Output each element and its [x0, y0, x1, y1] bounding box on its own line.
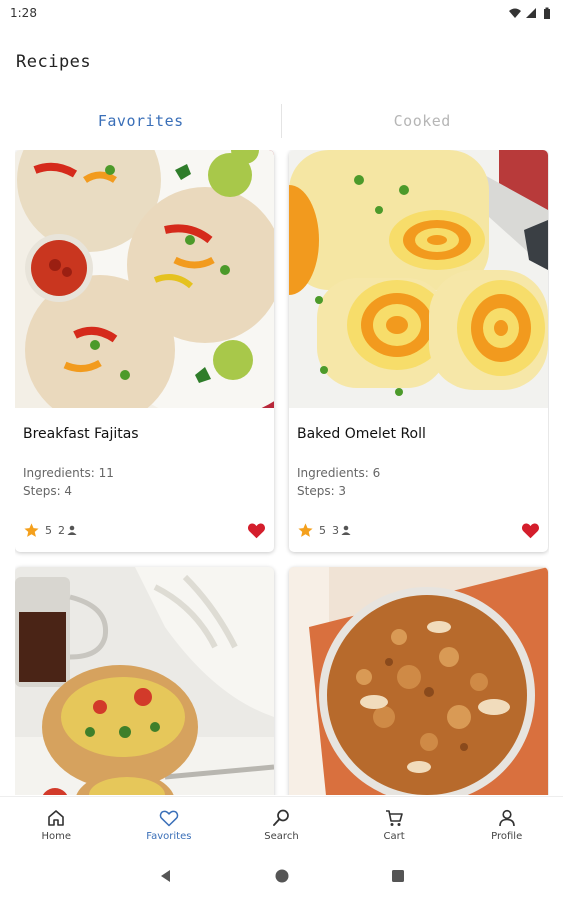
- profile-icon: [498, 809, 515, 826]
- breakfast-fajitas-photo: [15, 150, 274, 408]
- nav-search-label: Search: [264, 830, 299, 842]
- recipe-image: [15, 150, 274, 408]
- tab-cooked[interactable]: Cooked: [282, 100, 563, 142]
- recipe-card[interactable]: [289, 567, 548, 795]
- tab-divider: [281, 104, 282, 138]
- status-icons: [509, 7, 553, 19]
- stuffed-bread-bowl-photo: [15, 567, 274, 795]
- system-nav-bar: [0, 852, 563, 900]
- recipe-ingredients: Ingredients: 6: [297, 466, 381, 480]
- cellular-signal-icon: [526, 8, 536, 18]
- nav-home-label: Home: [41, 830, 72, 842]
- cart-icon: [386, 809, 403, 826]
- wifi-icon: [509, 8, 521, 18]
- nav-profile-label: Profile: [491, 830, 523, 842]
- recipe-image: [289, 150, 548, 408]
- nav-favorites[interactable]: Favorites: [113, 797, 226, 852]
- nav-search[interactable]: Search: [225, 797, 338, 852]
- page-title: Recipes: [16, 52, 92, 72]
- tab-bar: Favorites Cooked: [0, 100, 563, 142]
- status-bar: 1:28: [0, 0, 563, 26]
- heart-icon[interactable]: [247, 522, 266, 539]
- search-icon: [273, 809, 290, 826]
- nav-cart-label: Cart: [383, 830, 405, 842]
- recipe-grid: Breakfast Fajitas Ingredients: 11 Steps:…: [15, 150, 549, 795]
- nav-profile[interactable]: Profile: [450, 797, 563, 852]
- person-icon: [341, 525, 351, 535]
- nav-favorites-label: Favorites: [146, 830, 192, 842]
- recipe-ingredients: Ingredients: 11: [23, 466, 114, 480]
- bottom-nav: Home Favorites Search Cart Profile: [0, 796, 563, 852]
- nav-cart[interactable]: Cart: [338, 797, 451, 852]
- recipe-title: Baked Omelet Roll: [297, 426, 426, 442]
- home-circle-icon[interactable]: [274, 868, 290, 884]
- recipe-card[interactable]: Baked Omelet Roll Ingredients: 6 Steps: …: [289, 150, 548, 552]
- star-icon: [24, 522, 39, 537]
- nav-home[interactable]: Home: [0, 797, 113, 852]
- recipe-title: Breakfast Fajitas: [23, 426, 139, 442]
- recipe-card[interactable]: [15, 567, 274, 795]
- tab-favorites[interactable]: Favorites: [0, 100, 282, 142]
- recents-icon[interactable]: [390, 868, 406, 884]
- star-icon: [298, 522, 313, 537]
- heart-icon[interactable]: [521, 522, 540, 539]
- recipe-ratings-count: 3: [332, 523, 339, 537]
- recipe-image: [289, 567, 548, 795]
- granola-bowl-photo: [289, 567, 548, 795]
- baked-omelet-roll-photo: [289, 150, 548, 408]
- home-icon: [48, 809, 65, 826]
- heart-outline-icon: [159, 810, 179, 826]
- battery-icon: [544, 7, 550, 19]
- back-icon[interactable]: [158, 868, 174, 884]
- status-time: 1:28: [10, 6, 37, 20]
- recipe-ratings-count: 2: [58, 523, 65, 537]
- recipe-steps: Steps: 4: [23, 484, 73, 498]
- recipe-card[interactable]: Breakfast Fajitas Ingredients: 11 Steps:…: [15, 150, 274, 552]
- person-icon: [67, 525, 77, 535]
- recipe-steps: Steps: 3: [297, 484, 347, 498]
- recipe-image: [15, 567, 274, 795]
- recipe-rating: 5: [45, 523, 52, 537]
- recipe-rating: 5: [319, 523, 326, 537]
